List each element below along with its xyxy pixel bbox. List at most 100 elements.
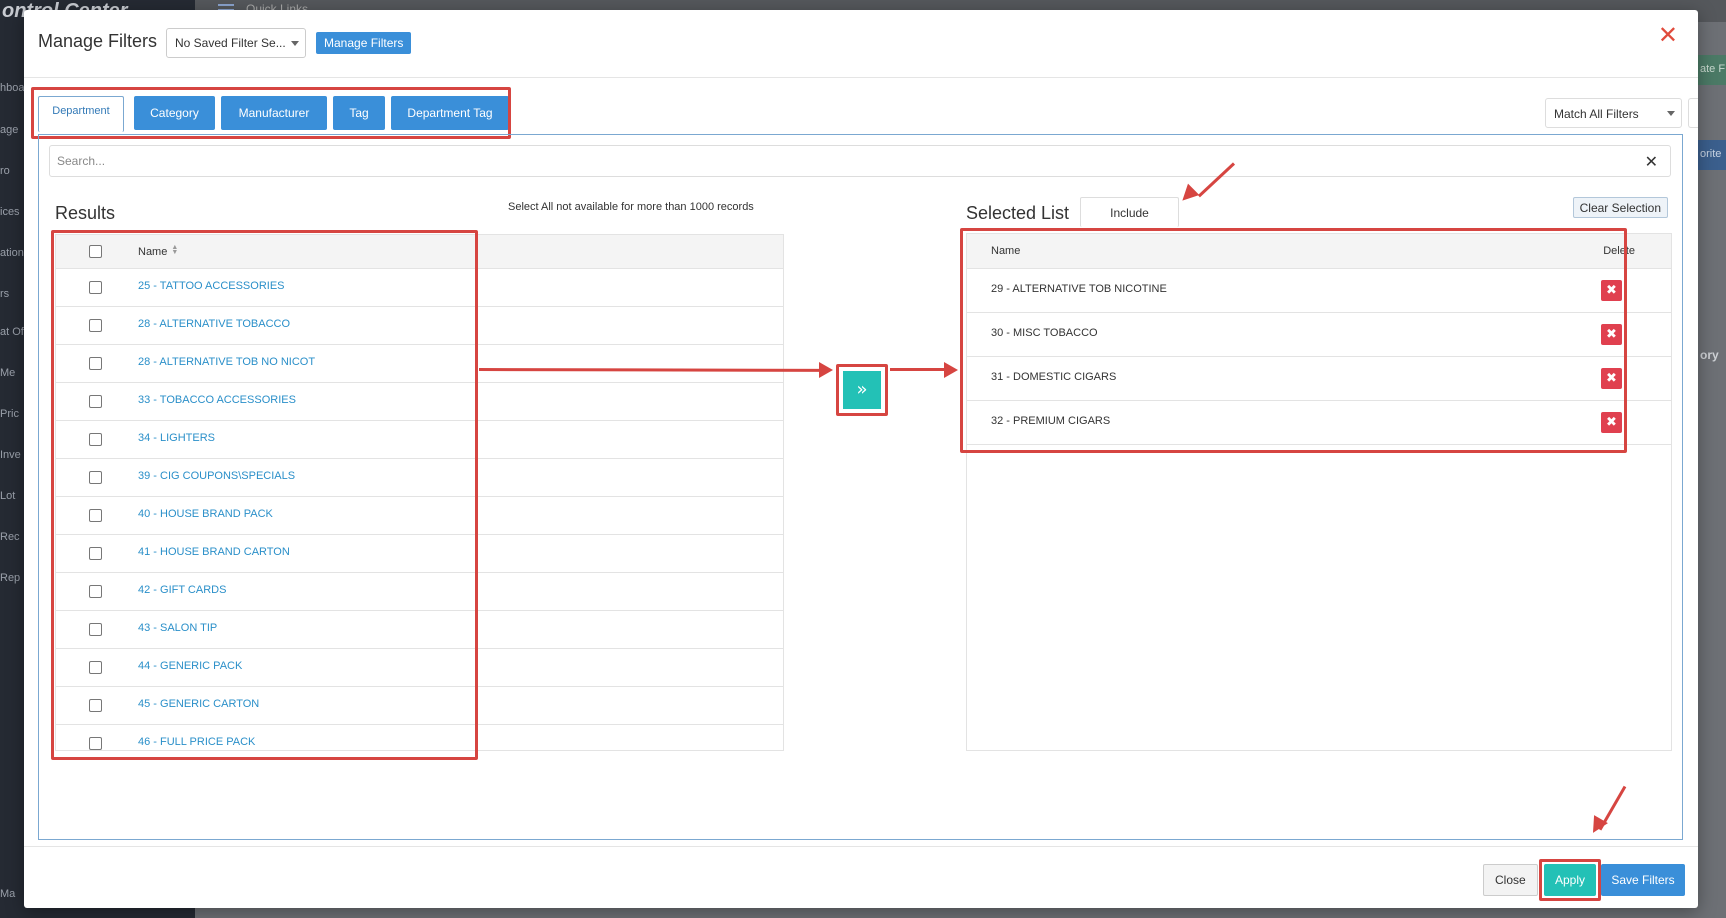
apply-button[interactable]: Apply: [1544, 864, 1596, 896]
row-name-link[interactable]: 28 - ALTERNATIVE TOB NO NICOT: [138, 356, 315, 368]
search-input[interactable]: [50, 146, 1630, 176]
tab-manufacturer[interactable]: Manufacturer: [221, 96, 327, 130]
table-row[interactable]: 28 - ALTERNATIVE TOBACCO: [56, 307, 783, 345]
delete-row-button[interactable]: ✖: [1601, 368, 1622, 389]
background-side-item: at Of: [0, 326, 24, 338]
selected-row-name: 30 - MISC TOBACCO: [991, 327, 1098, 339]
row-name-link[interactable]: 42 - GIFT CARDS: [138, 584, 226, 596]
caret-down-icon: [291, 41, 299, 46]
annotation-arrow-head: [1176, 183, 1200, 207]
background-side-item: ices: [0, 206, 20, 218]
row-checkbox[interactable]: [89, 547, 102, 560]
selected-table-header: Name Delete: [967, 234, 1671, 269]
row-name-link[interactable]: 40 - HOUSE BRAND PACK: [138, 508, 273, 520]
selected-row-name: 32 - PREMIUM CIGARS: [991, 415, 1111, 427]
table-row[interactable]: 33 - TOBACCO ACCESSORIES: [56, 383, 783, 421]
background-side-item: Rec: [0, 531, 20, 543]
include-mode-tab[interactable]: Include: [1080, 197, 1179, 227]
table-row[interactable]: 25 - TATTOO ACCESSORIES: [56, 269, 783, 307]
clear-selection-button[interactable]: Clear Selection: [1572, 197, 1668, 218]
row-name-link[interactable]: 39 - CIG COUPONS\SPECIALS: [138, 470, 295, 482]
table-row[interactable]: 40 - HOUSE BRAND PACK: [56, 497, 783, 535]
table-row[interactable]: 43 - SALON TIP: [56, 611, 783, 649]
row-checkbox[interactable]: [89, 737, 102, 750]
background-side-item: Pric: [0, 408, 19, 420]
row-checkbox[interactable]: [89, 509, 102, 522]
close-icon[interactable]: ✕: [1658, 24, 1678, 48]
name-column-label: Name: [138, 246, 168, 258]
row-checkbox[interactable]: [89, 623, 102, 636]
row-checkbox[interactable]: [89, 357, 102, 370]
row-name-link[interactable]: 33 - TOBACCO ACCESSORIES: [138, 394, 296, 406]
annotation-arrow-head: [944, 362, 958, 378]
row-name-link[interactable]: 45 - GENERIC CARTON: [138, 698, 259, 710]
modal-footer: Close Apply Save Filters: [24, 846, 1698, 908]
row-checkbox[interactable]: [89, 585, 102, 598]
match-filters-select[interactable]: Match All Filters: [1545, 98, 1682, 128]
tab-department-tag[interactable]: Department Tag: [391, 96, 509, 130]
move-button-highlight-box: »: [836, 364, 888, 416]
manage-filters-modal: Manage Filters No Saved Filter Se... Man…: [24, 10, 1698, 908]
background-right-button-2: orite: [1696, 140, 1726, 170]
save-filters-button[interactable]: Save Filters: [1601, 864, 1685, 896]
row-checkbox[interactable]: [89, 661, 102, 674]
row-name-link[interactable]: 41 - HOUSE BRAND CARTON: [138, 546, 290, 558]
background-side-item: Rep: [0, 572, 21, 584]
background-side-item: Inve: [0, 449, 21, 461]
tab-tag[interactable]: Tag: [333, 96, 385, 130]
background-right-header: ory: [1700, 348, 1719, 362]
clear-search-icon[interactable]: ✕: [1645, 152, 1658, 172]
apply-button-highlight-box: Apply: [1539, 859, 1601, 901]
hamburger-menu-icon: [218, 4, 234, 6]
table-row[interactable]: 39 - CIG COUPONS\SPECIALS: [56, 459, 783, 497]
selected-name-column-header: Name: [991, 245, 1021, 257]
delete-row-button[interactable]: ✖: [1601, 324, 1622, 345]
row-name-link[interactable]: 25 - TATTOO ACCESSORIES: [138, 280, 285, 292]
row-name-link[interactable]: 28 - ALTERNATIVE TOBACCO: [138, 318, 290, 330]
row-name-link[interactable]: 43 - SALON TIP: [138, 622, 217, 634]
search-bar: ✕: [49, 145, 1671, 177]
saved-filter-select[interactable]: No Saved Filter Se...: [166, 28, 306, 58]
row-checkbox[interactable]: [89, 433, 102, 446]
tab-department[interactable]: Department: [38, 96, 124, 132]
table-row[interactable]: 46 - FULL PRICE PACK: [56, 725, 783, 750]
row-checkbox[interactable]: [89, 281, 102, 294]
select-all-checkbox[interactable]: [89, 245, 102, 258]
row-checkbox[interactable]: [89, 471, 102, 484]
delete-row-button[interactable]: ✖: [1601, 412, 1622, 433]
row-name-link[interactable]: 34 - LIGHTERS: [138, 432, 215, 444]
row-checkbox[interactable]: [89, 319, 102, 332]
manage-filters-button[interactable]: Manage Filters: [316, 32, 412, 54]
background-side-item: Ma: [0, 888, 16, 900]
hidden-select-edge: [1688, 98, 1698, 128]
modal-title: Manage Filters: [38, 31, 158, 51]
table-row[interactable]: 45 - GENERIC CARTON: [56, 687, 783, 725]
selected-row: 32 - PREMIUM CIGARS ✖: [967, 401, 1671, 445]
row-checkbox[interactable]: [89, 699, 102, 712]
saved-filter-select-value: No Saved Filter Se...: [175, 36, 286, 50]
annotation-arrow-line: [890, 368, 950, 371]
background-side-item: hboa: [0, 82, 24, 94]
selected-delete-column-header: Delete: [1603, 245, 1635, 257]
move-to-selected-button[interactable]: »: [843, 371, 881, 409]
row-checkbox[interactable]: [89, 395, 102, 408]
background-side-item: ro: [0, 165, 10, 177]
table-row[interactable]: 44 - GENERIC PACK: [56, 649, 783, 687]
selected-row-name: 31 - DOMESTIC CIGARS: [991, 371, 1117, 383]
selected-list-title: Selected List: [966, 203, 1070, 223]
row-name-link[interactable]: 44 - GENERIC PACK: [138, 660, 242, 672]
name-column-header[interactable]: Name ▲ ▼: [138, 244, 178, 258]
tab-category[interactable]: Category: [134, 96, 215, 130]
table-row[interactable]: 41 - HOUSE BRAND CARTON: [56, 535, 783, 573]
close-button[interactable]: Close: [1483, 864, 1538, 896]
table-row[interactable]: 34 - LIGHTERS: [56, 421, 783, 459]
row-name-link[interactable]: 46 - FULL PRICE PACK: [138, 736, 255, 748]
delete-row-button[interactable]: ✖: [1601, 280, 1622, 301]
table-row[interactable]: 42 - GIFT CARDS: [56, 573, 783, 611]
results-table-header: Name ▲ ▼: [56, 235, 783, 269]
annotation-arrow-head: [819, 362, 833, 378]
background-side-item: ation: [0, 247, 24, 259]
selected-list-table: Name Delete 29 - ALTERNATIVE TOB NICOTIN…: [966, 233, 1672, 751]
background-right-button-1: ate F: [1696, 55, 1726, 85]
table-row[interactable]: 28 - ALTERNATIVE TOB NO NICOT: [56, 345, 783, 383]
